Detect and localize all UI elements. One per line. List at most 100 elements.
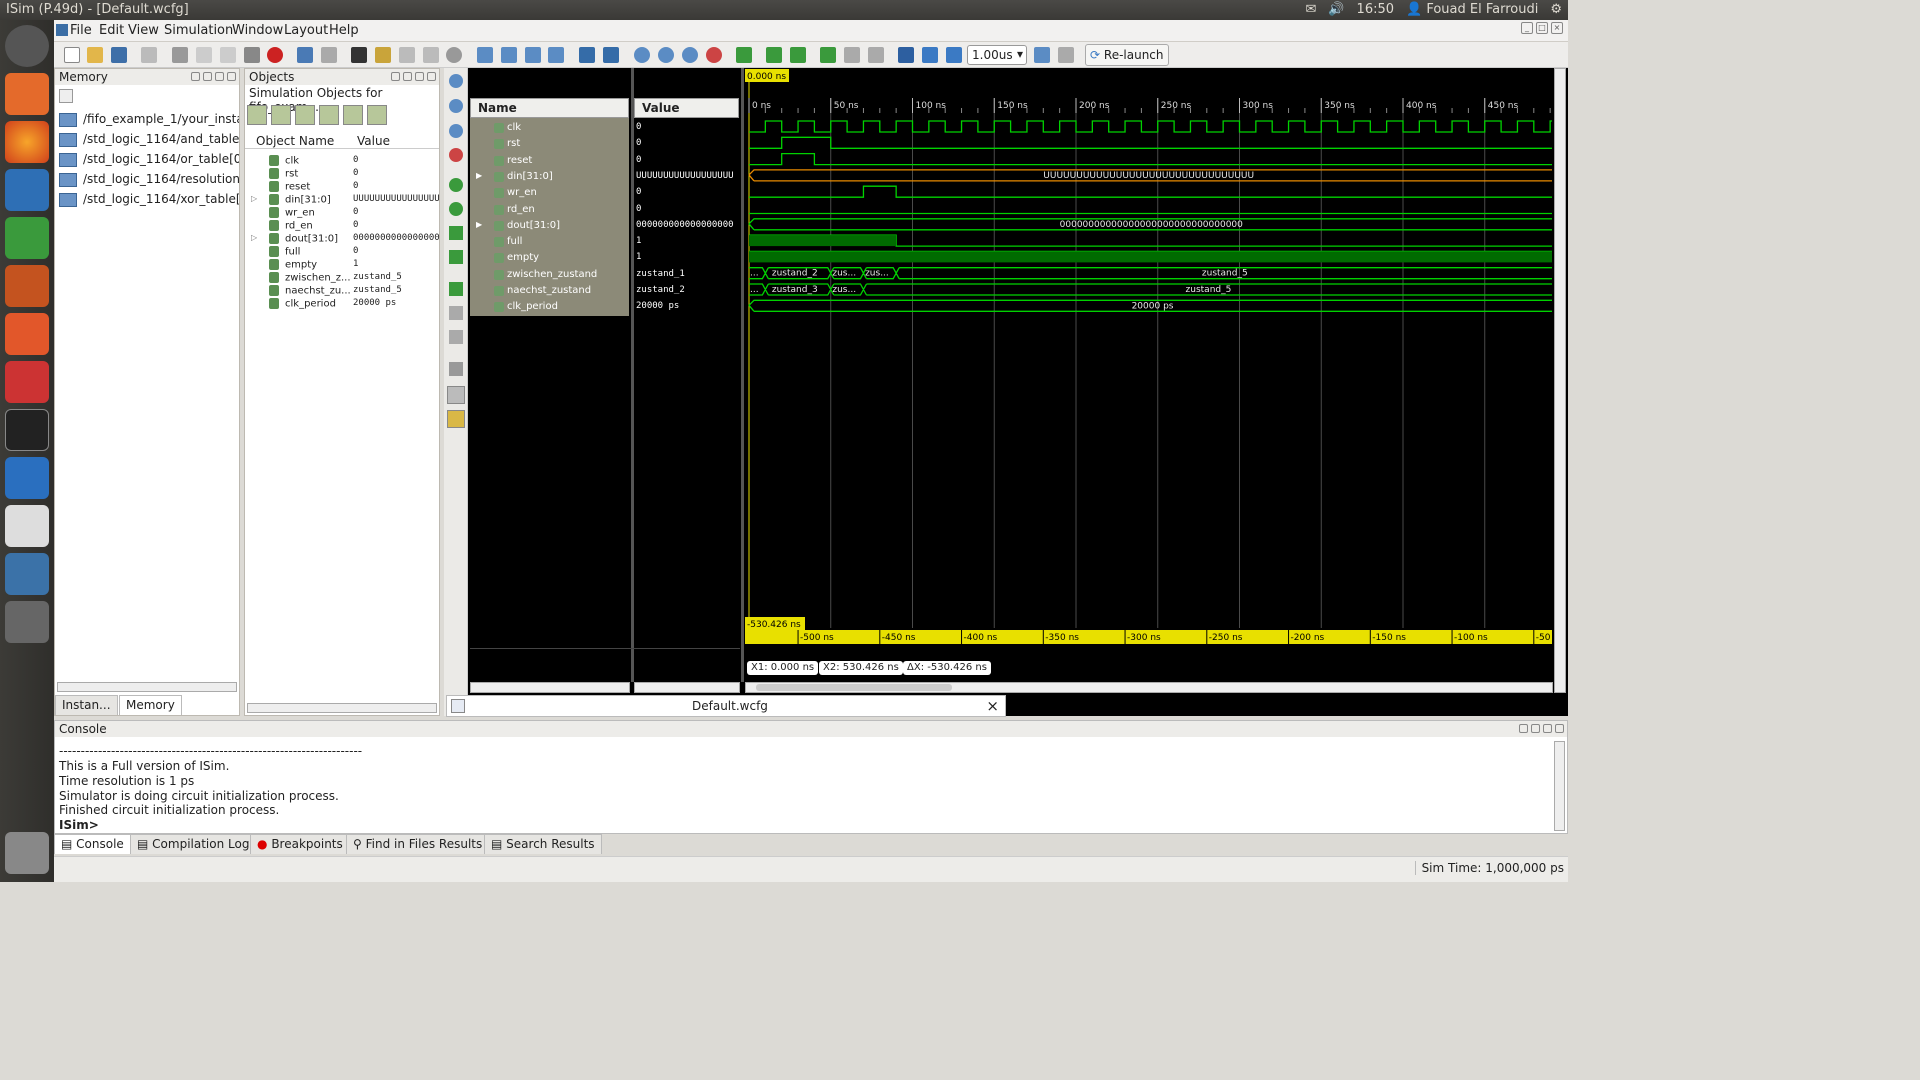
panel-maximize-icon[interactable]	[1543, 724, 1552, 733]
next-transition-icon[interactable]	[449, 250, 463, 264]
floating-ruler-icon[interactable]	[447, 410, 465, 428]
previous-marker-icon[interactable]	[449, 306, 463, 320]
expand-icon[interactable]: ▷	[251, 194, 257, 203]
object-row[interactable]: rst 0	[245, 168, 427, 181]
object-row[interactable]: empty 1	[245, 259, 427, 272]
object-row[interactable]: naechst_zu... zustand_5	[245, 285, 427, 298]
trash-icon[interactable]	[5, 832, 49, 874]
previous-transition-icon[interactable]	[766, 47, 782, 63]
tab-instances[interactable]: Instan...	[55, 695, 118, 715]
swap-cursors-icon[interactable]	[449, 362, 463, 376]
paste-icon[interactable]	[220, 47, 236, 63]
next-marker-icon[interactable]	[449, 330, 463, 344]
go-start-icon[interactable]	[449, 178, 463, 192]
previous-transition-icon[interactable]	[449, 226, 463, 240]
next-marker-icon[interactable]	[868, 47, 884, 63]
menu-help[interactable]: Help	[329, 23, 359, 38]
zoom-fit-icon[interactable]	[682, 47, 698, 63]
filter-inout-icon[interactable]	[295, 105, 315, 125]
name-column-header[interactable]: Name	[470, 98, 629, 118]
add-marker-icon[interactable]	[449, 282, 463, 296]
signal-row[interactable]: ▶ dout[31:0]	[470, 218, 629, 234]
panel-minimize-icon[interactable]	[1531, 724, 1540, 733]
find-icon[interactable]	[351, 47, 367, 63]
name-hscrollbar[interactable]	[470, 682, 630, 693]
memory-item[interactable]: /fifo_example_1/your_instanc	[59, 112, 239, 130]
filter-input-icon[interactable]	[247, 105, 267, 125]
new-file-icon[interactable]	[64, 47, 80, 63]
object-row[interactable]: reset 0	[245, 181, 427, 194]
object-row[interactable]: zwischen_z... zustand_5	[245, 272, 427, 285]
zoom-fit-icon[interactable]	[449, 124, 463, 138]
close-tab-icon[interactable]: ×	[986, 697, 999, 715]
memory-item[interactable]: /std_logic_1164/and_table[0:8	[59, 132, 239, 150]
cut-icon[interactable]	[172, 47, 188, 63]
signal-row[interactable]: empty	[470, 250, 629, 266]
column-splitter[interactable]	[631, 68, 634, 682]
menu-view[interactable]: View	[128, 23, 159, 38]
open-folder-icon[interactable]	[87, 47, 103, 63]
tab-search-results[interactable]: ▤ Search Results	[484, 834, 602, 854]
menu-edit[interactable]: Edit	[99, 23, 124, 38]
files-icon[interactable]	[5, 73, 49, 115]
panel-maximize-icon[interactable]	[415, 72, 424, 81]
console-vscrollbar[interactable]	[1554, 741, 1565, 831]
panel-float-icon[interactable]	[391, 72, 400, 81]
signal-row[interactable]: ▶ din[31:0]	[470, 169, 629, 185]
impress-icon[interactable]	[5, 265, 49, 307]
terminal-icon[interactable]	[5, 409, 49, 451]
minimize-icon[interactable]: _	[1521, 22, 1533, 34]
value-hscrollbar[interactable]	[634, 682, 740, 693]
memory-options-icon[interactable]	[59, 89, 73, 103]
next-transition-icon[interactable]	[790, 47, 806, 63]
waveform-canvas[interactable]: 0.000 ns 0 ns 50 ns 100 ns 150 ns 200 ns 250 …	[745, 68, 1552, 682]
expand-icon[interactable]: ▶	[476, 171, 482, 180]
scroll-thumb[interactable]	[756, 684, 952, 691]
print-icon[interactable]	[141, 47, 157, 63]
menu-file[interactable]: File	[70, 23, 92, 38]
app-menu-icon[interactable]	[56, 24, 68, 36]
objects-hscrollbar[interactable]	[247, 703, 437, 713]
column-splitter[interactable]	[741, 68, 744, 682]
wrench-icon[interactable]	[579, 47, 595, 63]
signal-row[interactable]: reset	[470, 153, 629, 169]
user-menu[interactable]: 👤 Fouad El Farroudi	[1406, 2, 1538, 17]
tab-find-in-files[interactable]: ⚲ Find in Files Results	[346, 834, 490, 854]
add-marker-icon[interactable]	[820, 47, 836, 63]
break-icon[interactable]	[1058, 47, 1074, 63]
next-icon[interactable]	[399, 47, 415, 63]
signal-row[interactable]: rst	[470, 136, 629, 152]
object-row[interactable]: wr_en 0	[245, 207, 427, 220]
menu-layout[interactable]: Layout	[284, 23, 328, 38]
clock[interactable]: 16:50	[1357, 2, 1394, 17]
writer-icon[interactable]	[5, 169, 49, 211]
find-in-files-icon[interactable]	[375, 47, 391, 63]
relaunch-button[interactable]: ⟳ Re-launch	[1085, 44, 1169, 66]
col-value[interactable]: Value	[357, 134, 390, 148]
expand-icon[interactable]: ▶	[476, 220, 482, 229]
object-row[interactable]: ▷ din[31:0] UUUUUUUUUUUUUUUU	[245, 194, 440, 207]
copy-icon[interactable]	[196, 47, 212, 63]
wave-vscrollbar[interactable]	[1554, 68, 1566, 693]
panel-float-icon[interactable]	[1519, 724, 1528, 733]
undo-icon[interactable]	[297, 47, 313, 63]
memory-hscrollbar[interactable]	[57, 682, 237, 692]
panel-maximize-icon[interactable]	[215, 72, 224, 81]
tab-breakpoints[interactable]: ● Breakpoints	[250, 834, 350, 854]
expand-icon[interactable]: ▷	[251, 233, 257, 242]
panel-minimize-icon[interactable]	[403, 72, 412, 81]
panel-minimize-icon[interactable]	[203, 72, 212, 81]
refresh-icon[interactable]	[736, 47, 752, 63]
document-tab[interactable]: Default.wcfg ×	[446, 695, 1006, 717]
run-all-icon[interactable]	[922, 47, 938, 63]
tab-memory[interactable]: Memory	[119, 695, 182, 715]
filter-constant-icon[interactable]	[343, 105, 363, 125]
cascade-icon[interactable]	[477, 47, 493, 63]
panel-float-icon[interactable]	[191, 72, 200, 81]
go-end-icon[interactable]	[449, 202, 463, 216]
memory-item[interactable]: /std_logic_1164/or_table[0:8]	[59, 152, 239, 170]
help-icon[interactable]	[603, 47, 619, 63]
firefox-icon[interactable]	[5, 121, 49, 163]
step-icon[interactable]	[1034, 47, 1050, 63]
value-column-header[interactable]: Value	[634, 98, 739, 118]
